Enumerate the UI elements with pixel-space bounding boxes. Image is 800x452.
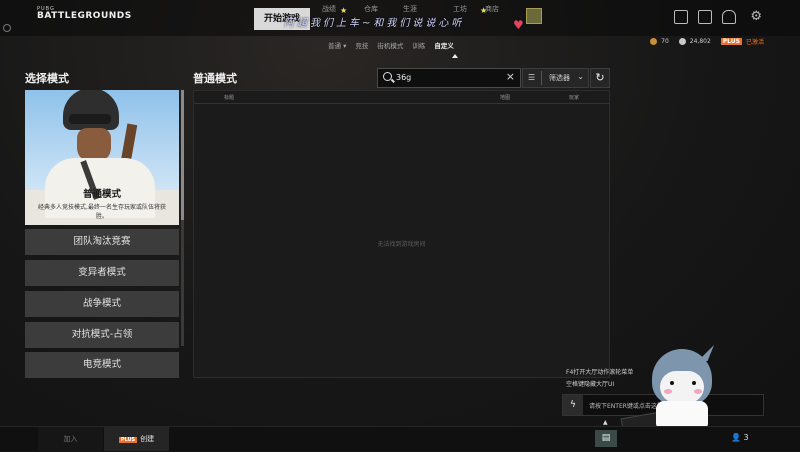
star-icon: ★ xyxy=(480,6,488,15)
close-icon[interactable]: × xyxy=(506,70,515,83)
mail-icon[interactable] xyxy=(674,10,688,24)
search-input[interactable] xyxy=(396,71,496,84)
shark-cheek-right xyxy=(694,389,702,394)
nav-inventory[interactable]: 仓库 xyxy=(364,4,378,14)
chat-hints: F4打开大厅动作滚轮菜单 空格键隐藏大厅UI xyxy=(566,367,633,391)
refresh-button[interactable]: ↻ xyxy=(590,68,610,88)
logo-big-text: BATTLEGROUNDS xyxy=(37,11,132,21)
nav-career[interactable]: 生涯 xyxy=(403,4,417,14)
mode-card-description: 经典多人竞技模式,最终一名生存玩家或队伍将获胜。 xyxy=(38,204,166,220)
bp-amount: 70 xyxy=(661,38,669,45)
chat-expand-icon[interactable]: ▲ xyxy=(603,419,608,426)
pubg-logo: PUBG BATTLEGROUNDS xyxy=(37,7,132,21)
hero-text: 普通模式 经典多人竞技模式,最终一名生存玩家或队伍将获胜。 xyxy=(25,186,179,221)
select-mode-title: 选择模式 xyxy=(25,72,69,85)
refresh-icon: ↻ xyxy=(595,71,605,84)
chat-icon: ▤ xyxy=(601,433,611,443)
search-icon xyxy=(383,72,392,81)
search-box: × xyxy=(377,68,521,88)
column-players[interactable]: 玩家 xyxy=(569,94,579,101)
friends-button[interactable]: 👤 3 xyxy=(731,433,749,442)
normal-mode-title: 普通模式 xyxy=(193,72,237,85)
gcoin-icon xyxy=(678,38,686,45)
shark-eye-right xyxy=(692,381,696,385)
subnav-ranked[interactable]: 竞技 xyxy=(355,40,368,50)
bottom-bar: 加入 PLUS 创建 ▤ 👤 3 xyxy=(0,426,800,451)
hint-hide-ui: 空格键隐藏大厅UI xyxy=(566,381,615,388)
shark-cheek-left xyxy=(664,389,672,394)
filter-label: 筛选器 xyxy=(549,74,570,82)
sub-nav: 普通 ▾ 竞技 街机模式 训练 自定义 xyxy=(328,40,454,50)
create-tab[interactable]: PLUS 创建 xyxy=(104,427,169,451)
friends-count: 3 xyxy=(743,433,749,442)
subnav-arcade[interactable]: 街机模式 xyxy=(377,40,403,50)
filter-separator xyxy=(541,71,542,85)
filter-dropdown[interactable]: ☰ 筛选器 ⌄ xyxy=(522,68,589,88)
back-icon[interactable] xyxy=(3,24,11,32)
chevron-down-icon: ⌄ xyxy=(577,72,584,81)
friends-icon: 👤 xyxy=(731,433,741,442)
mode-mutant-button[interactable]: 变异者模式 xyxy=(25,260,179,286)
shark-eye-left xyxy=(670,381,674,385)
currency-bar: 70 24,802 PLUS 已激活 xyxy=(650,37,764,46)
gear-icon[interactable]: ⚙ xyxy=(750,9,762,24)
chat-toggle-button[interactable]: ▤ xyxy=(595,430,617,447)
nav-workshop[interactable]: 工坊 xyxy=(453,4,467,14)
shark-face xyxy=(660,371,704,403)
subnav-custom[interactable]: 自定义 xyxy=(434,40,454,50)
plus-badge: PLUS xyxy=(720,38,742,45)
mode-esports-button[interactable]: 电竞模式 xyxy=(25,352,179,378)
heart-icon: ♥ xyxy=(513,18,524,32)
scrollbar-thumb[interactable] xyxy=(181,90,184,220)
mode-conquest-button[interactable]: 对抗模式-占领 xyxy=(25,322,179,348)
plus-status[interactable]: 已激活 xyxy=(746,37,764,46)
join-tab[interactable]: 加入 xyxy=(38,427,103,451)
event-badge-icon[interactable] xyxy=(526,8,542,24)
mode-team-deathmatch-button[interactable]: 团队淘汰竞赛 xyxy=(25,229,179,255)
create-plus-badge: PLUS xyxy=(118,437,138,443)
character-head xyxy=(77,128,111,162)
helmet-graphic xyxy=(63,90,119,130)
subnav-normal[interactable]: 普通 ▾ xyxy=(328,40,346,50)
mode-card-normal[interactable]: 普通模式 经典多人竞技模式,最终一名生存玩家或队伍将获胜。 xyxy=(25,90,179,225)
nav-career-stats[interactable]: 战绩 xyxy=(322,4,336,14)
mode-war-button[interactable]: 战争模式 xyxy=(25,291,179,317)
bp-coin-icon xyxy=(650,38,658,45)
mode-card-title: 普通模式 xyxy=(82,189,121,200)
hint-action-wheel: F4打开大厅动作滚轮菜单 xyxy=(566,369,634,376)
top-icon-group xyxy=(674,10,736,24)
column-title[interactable]: 标题 xyxy=(224,94,234,101)
subnav-training[interactable]: 训练 xyxy=(412,40,425,50)
empty-room-message: 无法找到游戏房间 xyxy=(377,241,426,248)
chat-lightning-icon[interactable]: ϟ xyxy=(563,395,583,415)
filter-icon: ☰ xyxy=(528,73,536,82)
gcoin-amount: 24,802 xyxy=(689,38,711,45)
top-bar: PUBG BATTLEGROUNDS 开始游戏 战绩 仓库 生涯 工坊 商店 ★… xyxy=(0,0,800,36)
create-label: 创建 xyxy=(140,435,155,443)
room-list-table: 标题 地图 玩家 无法找到游戏房间 xyxy=(193,90,610,378)
column-map[interactable]: 地图 xyxy=(500,94,510,101)
stream-overlay-text: 阿超我们上车~和我们说说心听 xyxy=(284,18,465,29)
bell-icon[interactable] xyxy=(722,10,736,24)
mission-icon[interactable] xyxy=(698,10,712,24)
table-header: 标题 地图 玩家 xyxy=(194,91,609,104)
goggles-graphic xyxy=(69,114,111,124)
